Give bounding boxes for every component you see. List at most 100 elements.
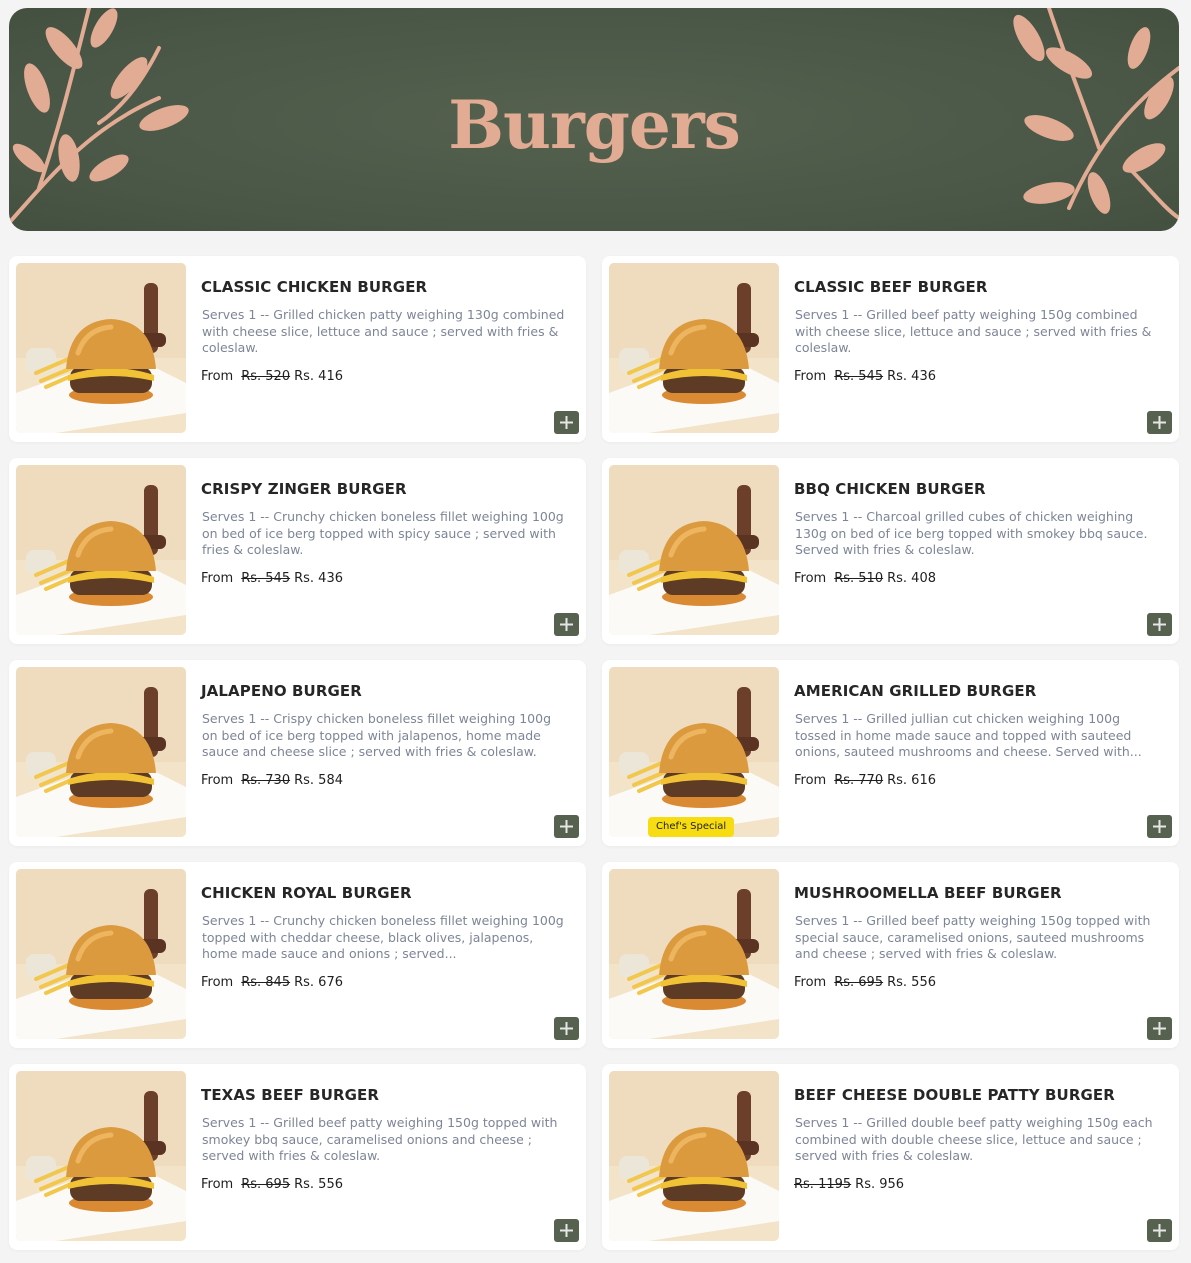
add-to-cart-button[interactable] (554, 1017, 579, 1040)
menu-item-description: Serves 1 -- Grilled beef patty weighing … (795, 913, 1151, 962)
menu-item-image[interactable]: Chef's Special (609, 667, 779, 837)
plus-icon (1153, 416, 1166, 429)
menu-item-price: From Rs. 730 Rs. 584 (201, 773, 343, 788)
leaf-decoration-right (1013, 8, 1179, 220)
menu-item-card[interactable]: CLASSIC CHICKEN BURGER Serves 1 -- Grill… (9, 256, 586, 442)
original-price: Rs. 1195 (794, 1177, 852, 1192)
menu-item-name: BBQ CHICKEN BURGER (794, 480, 986, 498)
original-price: Rs. 520 (241, 369, 291, 384)
price-from-label: From (794, 975, 827, 990)
menu-item-card[interactable]: CLASSIC BEEF BURGER Serves 1 -- Grilled … (602, 256, 1179, 442)
discounted-price: Rs. 584 (294, 773, 343, 788)
menu-item-card[interactable]: MUSHROOMELLA BEEF BURGER Serves 1 -- Gri… (602, 862, 1179, 1048)
menu-item-image[interactable] (16, 667, 186, 837)
plus-icon (560, 618, 573, 631)
plus-icon (1153, 1022, 1166, 1035)
add-to-cart-button[interactable] (554, 815, 579, 838)
original-price: Rs. 770 (834, 773, 884, 788)
menu-item-card[interactable]: CHICKEN ROYAL BURGER Serves 1 -- Crunchy… (9, 862, 586, 1048)
menu-item-image[interactable] (609, 1071, 779, 1241)
original-price: Rs. 845 (241, 975, 291, 990)
price-from-label: From (794, 369, 827, 384)
plus-icon (560, 1224, 573, 1237)
plus-icon (560, 1022, 573, 1035)
menu-item-price: From Rs. 510 Rs. 408 (794, 571, 936, 586)
menu-item-name: MUSHROOMELLA BEEF BURGER (794, 884, 1062, 902)
menu-item-card[interactable]: TEXAS BEEF BURGER Serves 1 -- Grilled be… (9, 1064, 586, 1250)
menu-item-card[interactable]: BEEF CHEESE DOUBLE PATTY BURGER Serves 1… (602, 1064, 1179, 1250)
menu-item-description: Serves 1 -- Grilled chicken patty weighi… (202, 307, 565, 356)
original-price: Rs. 545 (834, 369, 884, 384)
plus-icon (560, 820, 573, 833)
original-price: Rs. 695 (834, 975, 884, 990)
plus-icon (560, 416, 573, 429)
menu-item-price: From Rs. 845 Rs. 676 (201, 975, 343, 990)
menu-item-price: From Rs. 545 Rs. 436 (201, 571, 343, 586)
discounted-price: Rs. 436 (294, 571, 343, 586)
discounted-price: Rs. 556 (887, 975, 936, 990)
menu-item-description: Serves 1 -- Grilled double beef patty we… (795, 1115, 1153, 1164)
add-to-cart-button[interactable] (1147, 1017, 1172, 1040)
discounted-price: Rs. 956 (855, 1177, 905, 1192)
menu-item-card[interactable]: CRISPY ZINGER BURGER Serves 1 -- Crunchy… (9, 458, 586, 644)
price-from-label: From (201, 1177, 234, 1192)
discounted-price: Rs. 676 (294, 975, 343, 990)
menu-item-name: CLASSIC CHICKEN BURGER (201, 278, 428, 296)
menu-item-name: CLASSIC BEEF BURGER (794, 278, 988, 296)
add-to-cart-button[interactable] (554, 1219, 579, 1242)
menu-item-image[interactable] (16, 465, 186, 635)
chefs-special-badge: Chef's Special (648, 817, 735, 837)
original-price: Rs. 510 (834, 571, 884, 586)
plus-icon (1153, 618, 1166, 631)
category-banner: Burgers (9, 8, 1179, 231)
price-from-label: From (794, 571, 827, 586)
menu-item-description: Serves 1 -- Grilled beef patty weighing … (795, 307, 1152, 356)
menu-item-image[interactable] (609, 465, 779, 635)
plus-icon (1153, 1224, 1166, 1237)
price-from-label: From (201, 571, 234, 586)
price-from-label: From (794, 773, 827, 788)
add-to-cart-button[interactable] (1147, 1219, 1172, 1242)
original-price: Rs. 545 (241, 571, 291, 586)
menu-item-price: From Rs. 770 Rs. 616 (794, 773, 936, 788)
add-to-cart-button[interactable] (554, 613, 579, 636)
add-to-cart-button[interactable] (1147, 815, 1172, 838)
original-price: Rs. 695 (241, 1177, 291, 1192)
price-from-label: From (201, 773, 234, 788)
menu-item-image[interactable] (609, 869, 779, 1039)
menu-item-image[interactable] (16, 869, 186, 1039)
discounted-price: Rs. 416 (294, 369, 343, 384)
add-to-cart-button[interactable] (554, 411, 579, 434)
menu-item-name: CHICKEN ROYAL BURGER (201, 884, 412, 902)
discounted-price: Rs. 436 (887, 369, 936, 384)
add-to-cart-button[interactable] (1147, 613, 1172, 636)
menu-item-price: From Rs. 520 Rs. 416 (201, 369, 343, 384)
menu-item-price: From Rs. 695 Rs. 556 (794, 975, 936, 990)
discounted-price: Rs. 408 (887, 571, 936, 586)
menu-item-description: Serves 1 -- Grilled beef patty weighing … (202, 1115, 558, 1164)
menu-item-price: From Rs. 695 Rs. 556 (201, 1177, 343, 1192)
menu-item-description: Serves 1 -- Grilled jullian cut chicken … (795, 711, 1142, 760)
menu-item-price: Rs. 1195 Rs. 956 (794, 1177, 904, 1192)
menu-item-name: TEXAS BEEF BURGER (201, 1086, 380, 1104)
menu-item-name: AMERICAN GRILLED BURGER (794, 682, 1037, 700)
menu-item-name: CRISPY ZINGER BURGER (201, 480, 407, 498)
menu-item-image[interactable] (16, 1071, 186, 1241)
menu-item-description: Serves 1 -- Charcoal grilled cubes of ch… (795, 509, 1148, 558)
price-from-label: From (201, 975, 234, 990)
plus-icon (1153, 820, 1166, 833)
add-to-cart-button[interactable] (1147, 411, 1172, 434)
menu-item-price: From Rs. 545 Rs. 436 (794, 369, 936, 384)
menu-item-description: Serves 1 -- Crunchy chicken boneless fil… (202, 913, 564, 962)
menu-item-card[interactable]: BBQ CHICKEN BURGER Serves 1 -- Charcoal … (602, 458, 1179, 644)
price-from-label: From (201, 369, 234, 384)
menu-item-image[interactable] (16, 263, 186, 433)
menu-item-image[interactable] (609, 263, 779, 433)
menu-item-name: BEEF CHEESE DOUBLE PATTY BURGER (794, 1086, 1115, 1104)
menu-item-description: Serves 1 -- Crunchy chicken boneless fil… (202, 509, 564, 558)
menu-item-card[interactable]: Chef's Special AMERICAN GRILLED BURGER S… (602, 660, 1179, 846)
menu-item-card[interactable]: JALAPENO BURGER Serves 1 -- Crispy chick… (9, 660, 586, 846)
menu-item-description: Serves 1 -- Crispy chicken boneless fill… (202, 711, 552, 760)
menu-item-name: JALAPENO BURGER (201, 682, 362, 700)
discounted-price: Rs. 616 (887, 773, 936, 788)
